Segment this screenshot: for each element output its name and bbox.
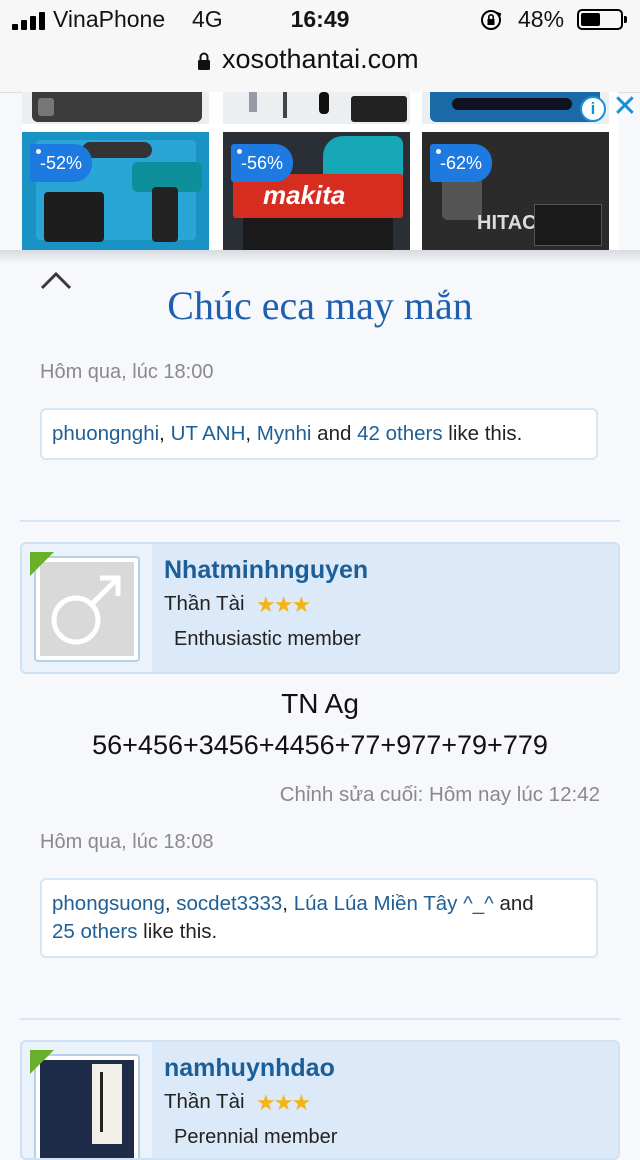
post-line: TN Ag [281, 688, 359, 719]
others-link[interactable]: 42 others [357, 422, 442, 445]
user-title: Thần Tài [164, 592, 245, 615]
post-date[interactable]: Hôm qua, lúc 18:00 [40, 361, 213, 384]
url-text[interactable]: xosothantai.com [222, 44, 419, 75]
likes-summary: phongsuong, socdet3333, Lúa Lúa Miền Tây… [40, 878, 598, 958]
username[interactable]: namhuynhdao [164, 1054, 335, 1083]
liker-link[interactable]: Mynhi [257, 422, 312, 445]
message-user-info: namhuynhdao Thần Tài ★★★ Perennial membe… [20, 1040, 620, 1160]
liker-link[interactable]: Lúa Lúa Miền Tây ^_^ [294, 892, 494, 915]
padlock-icon [198, 52, 210, 70]
battery-percent: 48% [518, 6, 565, 32]
post-divider [20, 1018, 620, 1020]
ad-close-icon[interactable]: ✕ [612, 92, 638, 122]
post-message: Chúc eca may mắn [167, 283, 473, 328]
discount-badge: -56% [231, 144, 293, 182]
last-edited: Chỉnh sửa cuối: Hôm nay lúc 12:42 [279, 783, 600, 806]
ad-product-tile[interactable]: makita -56% [223, 92, 410, 250]
ad-shadow [0, 250, 640, 264]
username[interactable]: Nhatminhnguyen [164, 556, 368, 585]
user-rank: Enthusiastic member [174, 628, 361, 650]
liker-link[interactable]: phuongnghi [52, 422, 159, 445]
star-rating-icon: ★★★ [256, 592, 311, 617]
online-indicator [30, 1050, 54, 1074]
rotation-lock-icon [481, 10, 502, 30]
status-bar: VinaPhone 4G 16:49 48% [0, 0, 640, 40]
brand-label: HITAC [477, 212, 537, 234]
online-indicator [30, 552, 54, 576]
discount-badge: -62% [430, 144, 492, 182]
user-title: Thần Tài [164, 1090, 245, 1113]
post-line: 56+456+3456+4456+77+977+79+779 [92, 730, 548, 760]
likes-summary: phuongnghi, UT ANH, Mynhi and 42 others … [40, 408, 598, 460]
discount-badge: -52% [30, 144, 92, 182]
post-divider [20, 520, 620, 522]
ad-info-icon[interactable]: i [580, 96, 606, 122]
product-image [22, 92, 209, 124]
ad-banner[interactable]: -52% makita -56% HITAC -62% [22, 92, 618, 250]
user-rank: Perennial member [174, 1126, 338, 1148]
battery-icon [577, 9, 627, 30]
liker-link[interactable]: socdet3333 [176, 892, 282, 915]
liker-link[interactable]: phongsuong [52, 892, 165, 915]
star-rating-icon: ★★★ [256, 1090, 311, 1115]
post-date[interactable]: Hôm qua, lúc 18:08 [40, 831, 213, 854]
message-user-info: Nhatminhnguyen Thần Tài ★★★ Enthusiastic… [20, 542, 620, 674]
address-bar[interactable]: xosothantai.com [0, 40, 640, 93]
product-image [223, 92, 410, 124]
others-link[interactable]: 25 others [52, 920, 137, 943]
liker-link[interactable]: UT ANH [171, 422, 246, 445]
ad-product-tile[interactable]: -52% [22, 92, 209, 250]
brand-label: makita [263, 180, 346, 210]
